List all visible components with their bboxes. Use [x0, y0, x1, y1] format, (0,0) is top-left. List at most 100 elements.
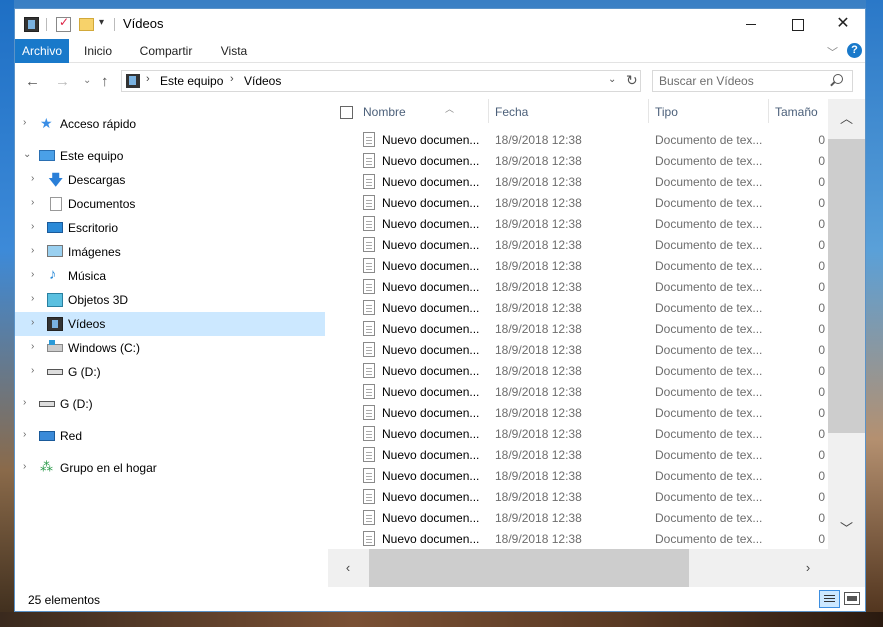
- tab-compartir[interactable]: Compartir: [132, 39, 200, 63]
- table-row[interactable]: Nuevo documen... 18/9/2018 12:38 Documento…: [328, 382, 828, 403]
- vertical-scroll-thumb[interactable]: [828, 139, 865, 433]
- table-row[interactable]: Nuevo documen... 18/9/2018 12:38 Documento…: [328, 151, 828, 172]
- nav-item-grupo-hogar[interactable]: › ⁂ Grupo en el hogar: [15, 456, 325, 480]
- nav-item-imagenes[interactable]: › Imágenes: [15, 240, 325, 264]
- table-row[interactable]: Nuevo documen... 18/9/2018 12:38 Documento…: [328, 340, 828, 361]
- scroll-right-icon[interactable]: ›: [788, 549, 828, 587]
- table-row[interactable]: Nuevo documen... 18/9/2018 12:38 Documento…: [328, 445, 828, 466]
- table-row[interactable]: Nuevo documen... 18/9/2018 12:38 Documento…: [328, 403, 828, 424]
- chevron-right-icon[interactable]: ›: [31, 269, 34, 280]
- table-row[interactable]: Nuevo documen... 18/9/2018 12:38 Documento…: [328, 508, 828, 529]
- scroll-left-icon[interactable]: ‹: [328, 549, 368, 587]
- nav-item-acceso-rapido[interactable]: › ★ Acceso rápido: [15, 112, 325, 136]
- search-box[interactable]: [652, 70, 853, 92]
- scroll-up-icon[interactable]: ︿: [828, 99, 865, 139]
- table-row[interactable]: Nuevo documen... 18/9/2018 12:38 Documento…: [328, 424, 828, 445]
- close-button[interactable]: ✕: [820, 9, 866, 39]
- horizontal-scroll-thumb[interactable]: [369, 549, 689, 587]
- chevron-right-icon[interactable]: ›: [23, 117, 26, 128]
- chevron-right-icon[interactable]: ›: [23, 461, 26, 472]
- column-divider[interactable]: [488, 99, 489, 123]
- table-row[interactable]: Nuevo documen... 18/9/2018 12:38 Documento…: [328, 361, 828, 382]
- column-header-tamano[interactable]: Tamaño: [775, 105, 818, 119]
- chevron-right-icon[interactable]: ›: [31, 197, 34, 208]
- up-arrow-icon[interactable]: ↑: [101, 73, 109, 90]
- select-all-checkbox[interactable]: [340, 106, 353, 119]
- table-row[interactable]: Nuevo documen... 18/9/2018 12:38 Documento…: [328, 256, 828, 277]
- table-row[interactable]: Nuevo documen... 18/9/2018 12:38 Documento…: [328, 130, 828, 151]
- new-folder-icon[interactable]: [79, 18, 94, 31]
- scroll-down-icon[interactable]: ﹀: [828, 509, 865, 549]
- table-row[interactable]: Nuevo documen... 18/9/2018 12:38 Documento…: [328, 235, 828, 256]
- chevron-right-icon[interactable]: ›: [31, 341, 34, 352]
- column-header-tipo[interactable]: Tipo: [655, 105, 678, 119]
- minimize-button[interactable]: [728, 9, 774, 39]
- film-icon[interactable]: [24, 17, 39, 32]
- chevron-right-icon[interactable]: ›: [31, 173, 34, 184]
- address-bar[interactable]: › Este equipo › Vídeos ⌄ ↻: [121, 70, 641, 92]
- breadcrumb-chevron-icon[interactable]: ›: [230, 73, 234, 85]
- nav-item-g-d[interactable]: › G (D:): [15, 392, 325, 416]
- search-icon[interactable]: [833, 74, 843, 84]
- nav-item-g-d-sub[interactable]: › G (D:): [15, 360, 325, 384]
- table-row[interactable]: Nuevo documen... 18/9/2018 12:38 Documento…: [328, 529, 828, 550]
- column-header-fecha[interactable]: Fecha: [495, 105, 528, 119]
- maximize-button[interactable]: [774, 9, 820, 39]
- properties-icon[interactable]: [56, 15, 71, 32]
- chevron-right-icon[interactable]: ›: [31, 245, 34, 256]
- chevron-right-icon[interactable]: ›: [23, 397, 26, 408]
- file-date: 18/9/2018 12:38: [495, 322, 582, 336]
- tab-inicio[interactable]: Inicio: [75, 39, 121, 63]
- column-header-nombre[interactable]: ︿ Nombre: [363, 104, 454, 119]
- tab-archivo[interactable]: Archivo: [15, 39, 69, 63]
- breadcrumb-videos[interactable]: Vídeos: [244, 74, 281, 88]
- breadcrumb-chevron-icon[interactable]: ›: [146, 73, 150, 85]
- window-title: Vídeos: [123, 16, 164, 31]
- help-icon[interactable]: ?: [847, 43, 862, 58]
- table-row[interactable]: Nuevo documen... 18/9/2018 12:38 Documento…: [328, 298, 828, 319]
- file-date: 18/9/2018 12:38: [495, 175, 582, 189]
- customize-toolbar-icon[interactable]: ▾: [99, 17, 104, 28]
- column-divider[interactable]: [648, 99, 649, 123]
- table-row[interactable]: Nuevo documen... 18/9/2018 12:38 Documento…: [328, 214, 828, 235]
- nav-item-documentos[interactable]: › Documentos: [15, 192, 325, 216]
- table-row[interactable]: Nuevo documen... 18/9/2018 12:38 Documento…: [328, 466, 828, 487]
- chevron-right-icon[interactable]: ›: [31, 365, 34, 376]
- file-size: 0: [818, 259, 825, 273]
- search-input[interactable]: [659, 74, 829, 88]
- file-name: Nuevo documen...: [382, 175, 480, 189]
- column-divider[interactable]: [768, 99, 769, 123]
- file-date: 18/9/2018 12:38: [495, 469, 582, 483]
- recent-locations-icon[interactable]: ⌄: [83, 75, 91, 86]
- nav-item-label: Imágenes: [68, 245, 121, 259]
- chevron-right-icon[interactable]: ›: [23, 429, 26, 440]
- chevron-right-icon[interactable]: ›: [31, 293, 34, 304]
- table-row[interactable]: Nuevo documen... 18/9/2018 12:38 Documento…: [328, 172, 828, 193]
- back-arrow-icon[interactable]: ←: [25, 73, 40, 90]
- expand-ribbon-icon[interactable]: ﹀: [827, 44, 838, 60]
- breadcrumb-este-equipo[interactable]: Este equipo: [160, 74, 223, 88]
- large-icons-view-icon[interactable]: [844, 592, 860, 605]
- table-row[interactable]: Nuevo documen... 18/9/2018 12:38 Documento…: [328, 277, 828, 298]
- tab-vista[interactable]: Vista: [211, 39, 257, 63]
- table-row[interactable]: Nuevo documen... 18/9/2018 12:38 Documento…: [328, 487, 828, 508]
- chevron-right-icon[interactable]: ›: [31, 317, 34, 328]
- table-row[interactable]: Nuevo documen... 18/9/2018 12:38 Documento…: [328, 319, 828, 340]
- forward-arrow-icon[interactable]: →: [55, 73, 70, 90]
- address-dropdown-icon[interactable]: ⌄: [608, 74, 616, 85]
- nav-item-musica[interactable]: › ♪ Música: [15, 264, 325, 288]
- refresh-icon[interactable]: ↻: [626, 72, 638, 89]
- nav-item-videos[interactable]: › Vídeos: [15, 312, 325, 336]
- chevron-right-icon[interactable]: ›: [31, 221, 34, 232]
- table-row[interactable]: Nuevo documen... 18/9/2018 12:38 Documento…: [328, 193, 828, 214]
- nav-item-red[interactable]: › Red: [15, 424, 325, 448]
- nav-item-windows-c[interactable]: › Windows (C:): [15, 336, 325, 360]
- horizontal-scrollbar[interactable]: ‹ ›: [328, 549, 865, 587]
- nav-item-descargas[interactable]: › 🡇 Descargas: [15, 168, 325, 192]
- nav-item-este-equipo[interactable]: ⌄ Este equipo: [15, 144, 325, 168]
- nav-item-escritorio[interactable]: › Escritorio: [15, 216, 325, 240]
- chevron-down-icon[interactable]: ⌄: [23, 149, 31, 160]
- vertical-scrollbar[interactable]: ︿ ﹀: [828, 99, 865, 549]
- nav-item-objetos-3d[interactable]: › Objetos 3D: [15, 288, 325, 312]
- details-view-icon[interactable]: [819, 590, 840, 608]
